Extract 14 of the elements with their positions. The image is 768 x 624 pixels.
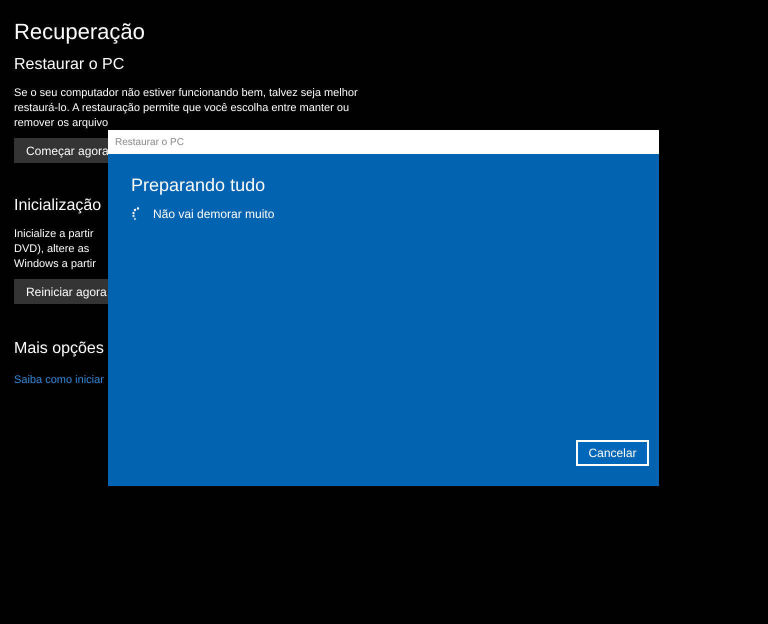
spinner-icon — [131, 207, 141, 221]
status-text: Não vai demorar muito — [153, 206, 274, 223]
dialog-title: Restaurar o PC — [115, 136, 184, 150]
page-title: Recuperação — [14, 18, 146, 46]
action-button[interactable]: Começar agora — [14, 138, 108, 163]
description-text: Inicialize a partir DVD), altere as Windows a partir — [14, 227, 96, 272]
help-link[interactable]: Saiba como iniciar — [14, 372, 104, 388]
cancel-button[interactable]: Cancelar — [576, 440, 649, 466]
dialog-heading: Preparando tudo — [131, 174, 266, 197]
section-heading: Mais opções — [14, 339, 104, 359]
section-heading: Restaurar o PC — [14, 55, 124, 75]
description-text: Se o seu computador não estiver funcionando bem, talvez seja melhor restaurá-lo. A restauração permite que você escolha entre manter ou remover os arquivo — [14, 86, 358, 131]
action-button[interactable]: Reiniciar agora — [14, 279, 108, 304]
section-heading: Inicialização — [14, 196, 102, 216]
